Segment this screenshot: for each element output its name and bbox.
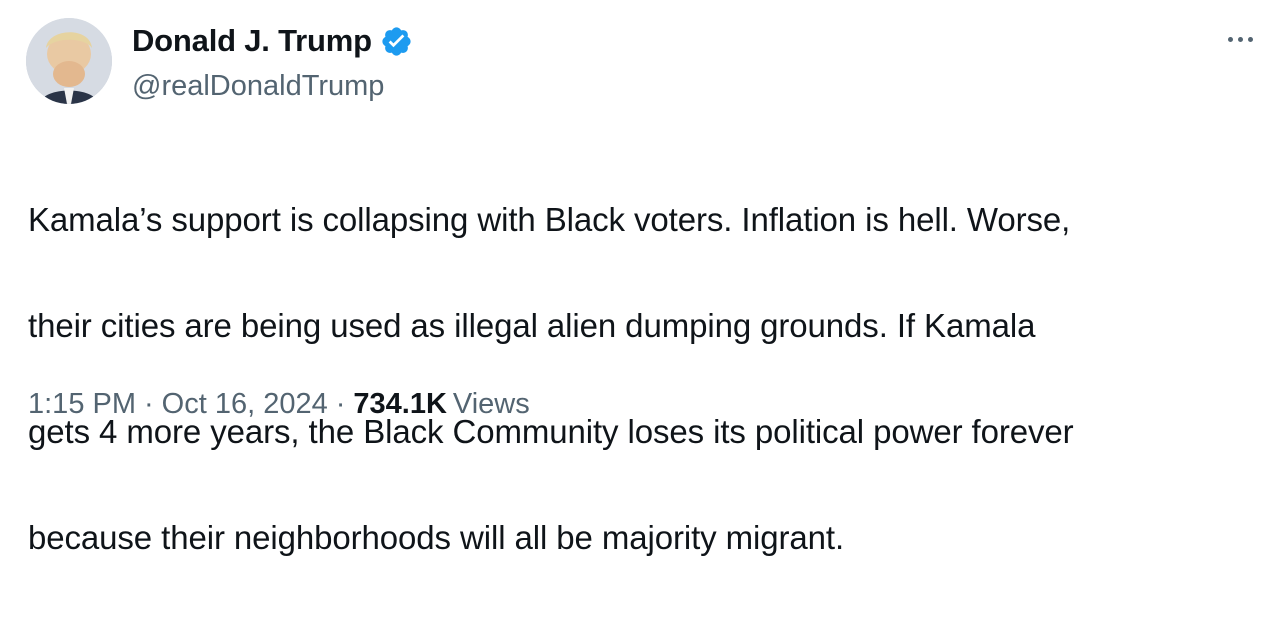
author-display-name[interactable]: Donald J. Trump — [132, 22, 372, 60]
more-horizontal-icon-dot — [1247, 36, 1253, 42]
tweet-time[interactable]: 1:15 PM — [28, 384, 136, 424]
separator-dot: · — [335, 388, 346, 420]
tweet-text-line: because their neighborhoods will all be … — [28, 519, 845, 556]
views-label: Views — [452, 388, 530, 420]
more-horizontal-icon — [1227, 36, 1233, 42]
author-name-row: Donald J. Trump — [132, 22, 413, 60]
tweet-card[interactable]: Donald J. Trump @realDonaldTrump Kamala’… — [0, 0, 1284, 556]
tweet-text-line: Kamala’s support is collapsing with Blac… — [28, 201, 1071, 238]
more-horizontal-icon-dot — [1237, 36, 1243, 42]
author-handle[interactable]: @realDonaldTrump — [132, 68, 384, 104]
avatar[interactable] — [26, 18, 112, 104]
tweet-metadata: 1:15 PM · Oct 16, 2024 · 734.1K Views — [28, 384, 530, 424]
separator-dot: · — [144, 388, 154, 420]
tweet-text-line: their cities are being used as illegal a… — [28, 307, 1036, 344]
tweet-date[interactable]: Oct 16, 2024 — [162, 384, 328, 424]
verified-badge-icon — [380, 25, 413, 58]
tweet-text: Kamala’s support is collapsing with Blac… — [28, 140, 1268, 617]
avatar-image — [26, 18, 112, 104]
views-count: 734.1K — [353, 388, 447, 420]
more-options-button[interactable] — [1220, 24, 1260, 54]
